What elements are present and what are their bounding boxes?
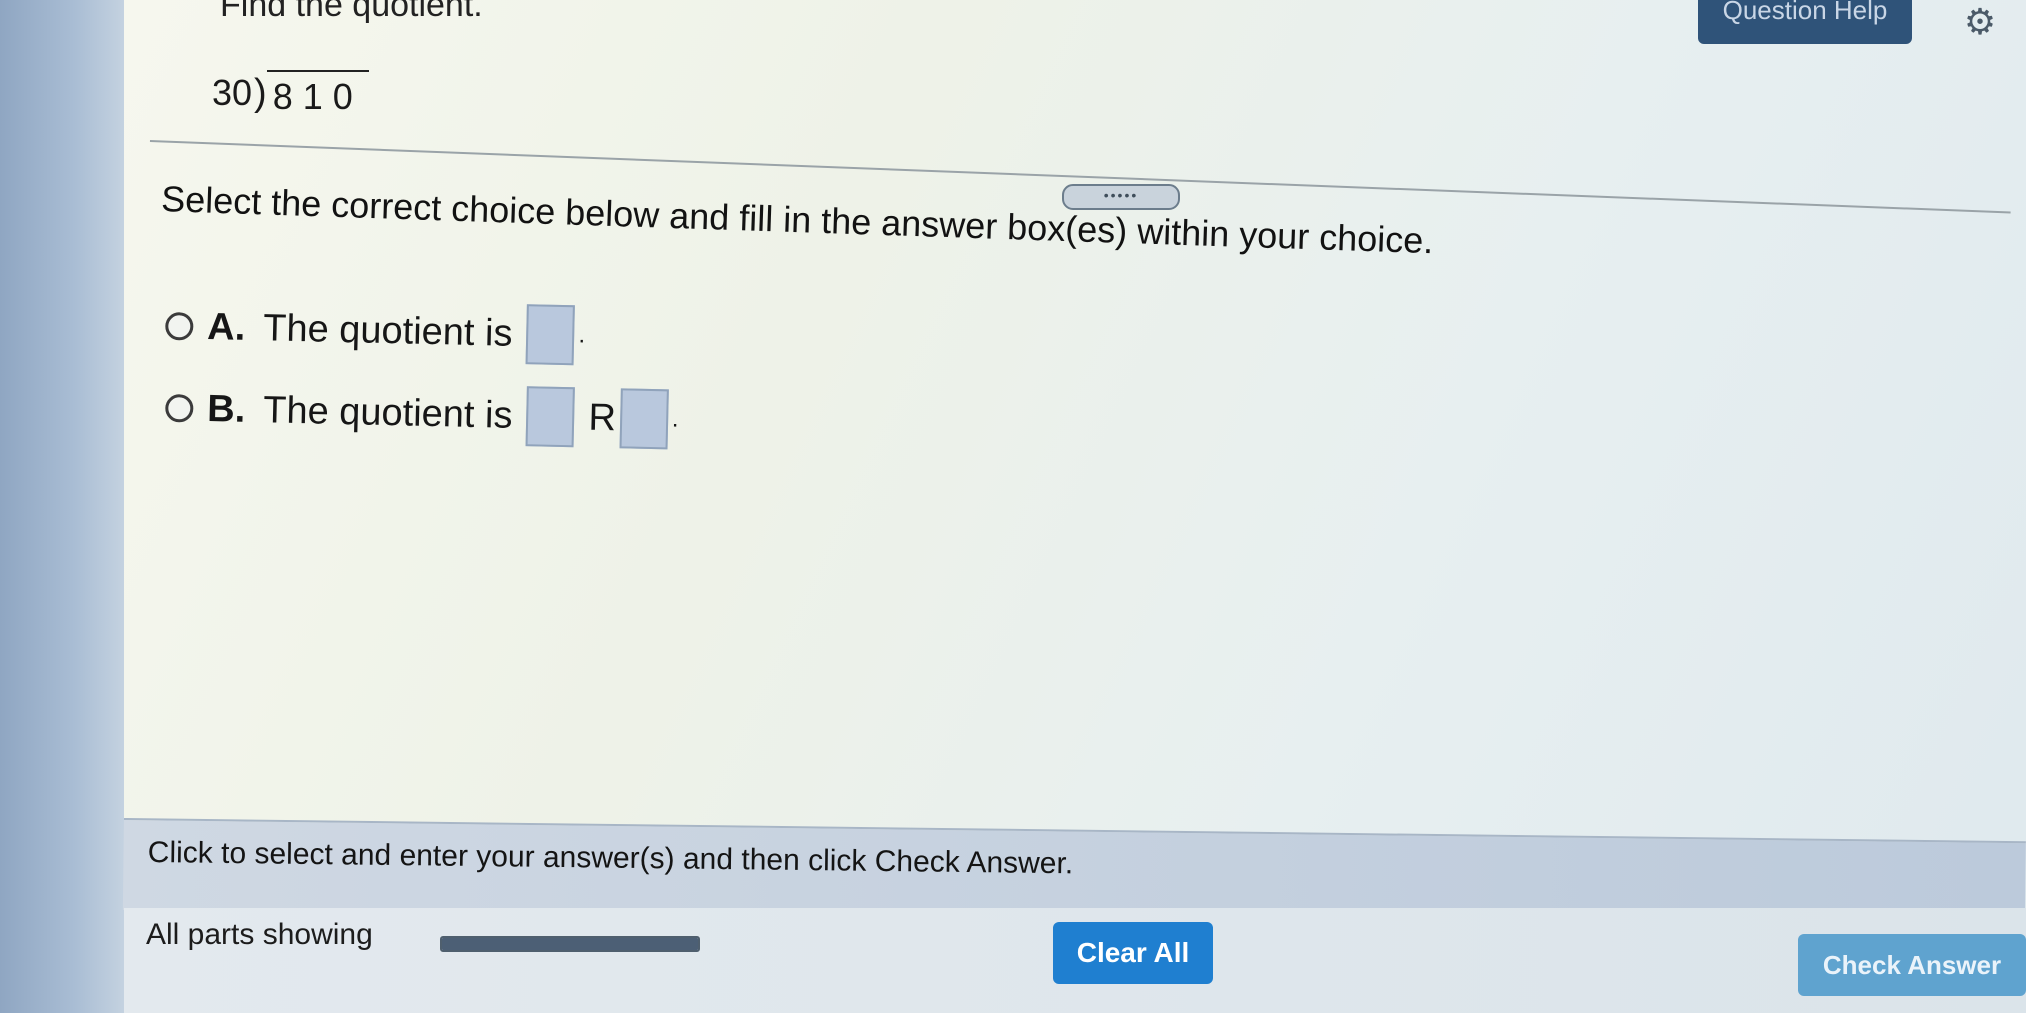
problem-title: Find the quotient.: [220, 0, 483, 24]
parts-progress-bar: [440, 936, 700, 952]
parts-progress-fill: [442, 938, 698, 950]
choice-b-quotient-box[interactable]: [525, 386, 576, 448]
choice-b-text: The quotient is: [262, 388, 513, 437]
choice-a-text: The quotient is: [262, 306, 513, 355]
remainder-label: R: [588, 396, 617, 439]
parts-showing-label: All parts showing: [146, 918, 373, 951]
divisor: 30: [212, 72, 253, 113]
choice-b[interactable]: B. The quotient is R .: [165, 378, 680, 450]
choice-a-period: .: [578, 321, 586, 349]
choice-b-radio[interactable]: [165, 393, 194, 423]
clear-all-button[interactable]: Clear All: [1053, 922, 1213, 984]
choice-a[interactable]: A. The quotient is .: [165, 296, 586, 366]
gear-icon[interactable]: ⚙: [1960, 2, 2000, 42]
choice-a-radio[interactable]: [165, 311, 194, 341]
division-bracket: ): [254, 72, 267, 114]
choice-b-letter: B.: [206, 387, 246, 431]
choice-a-answer-box[interactable]: [525, 304, 576, 366]
screen-bezel: [0, 0, 124, 1013]
expand-handle-icon[interactable]: •••••: [1062, 184, 1180, 210]
long-division-problem: 30) 810: [212, 70, 369, 124]
check-answer-button[interactable]: Check Answer: [1798, 934, 2026, 996]
choice-a-letter: A.: [206, 305, 246, 349]
choice-b-remainder-box[interactable]: [619, 388, 669, 450]
question-help-button[interactable]: Question Help: [1698, 0, 1912, 44]
choice-b-period: .: [671, 405, 679, 433]
dividend: 810: [266, 70, 369, 118]
